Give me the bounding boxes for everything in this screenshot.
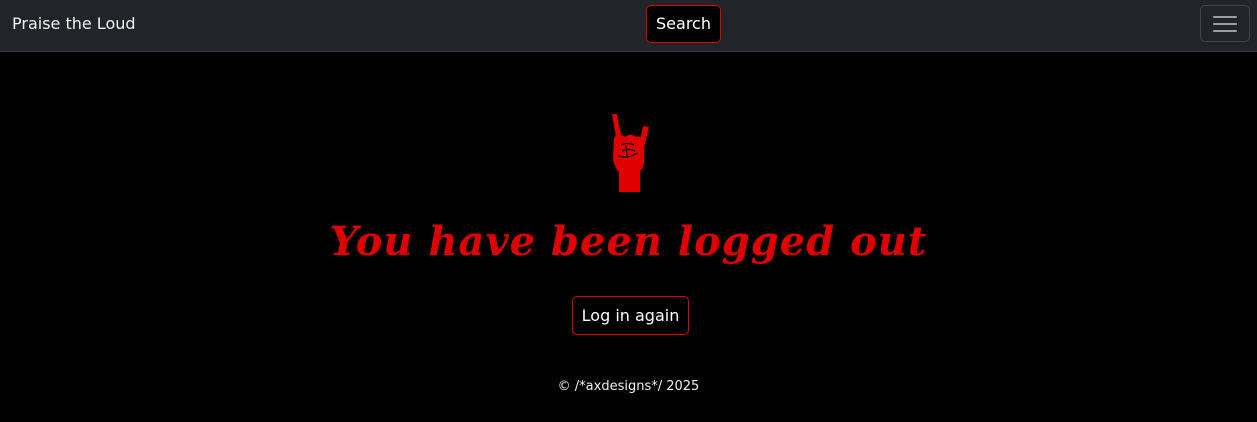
logged-out-heading: You have been logged out <box>329 218 928 265</box>
search-button[interactable]: Search <box>646 5 721 43</box>
hamburger-menu-button[interactable] <box>1200 5 1250 42</box>
rock-hand-icon <box>606 112 654 194</box>
log-in-again-button[interactable]: Log in again <box>572 296 689 335</box>
navbar: Praise the Loud Search <box>0 0 1257 52</box>
footer-copyright: © /*axdesigns*/ 2025 <box>557 379 700 394</box>
brand-link[interactable]: Praise the Loud <box>12 14 136 33</box>
